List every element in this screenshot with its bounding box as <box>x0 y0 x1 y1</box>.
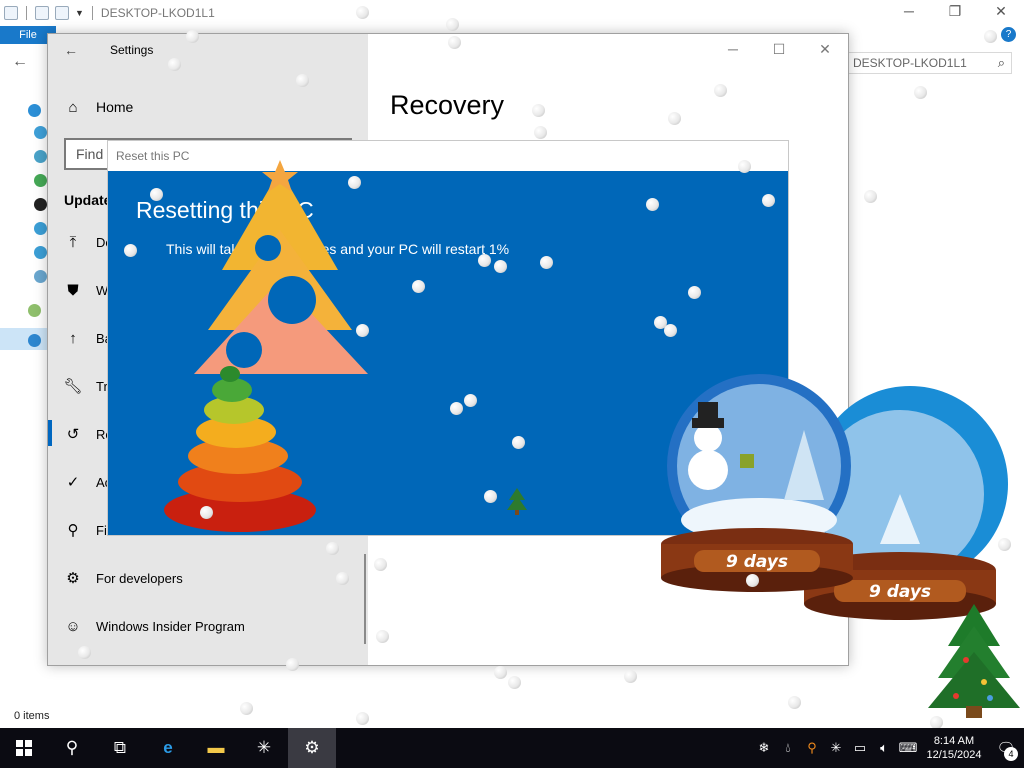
sidebar-item-backup[interactable]: ↑ Ba <box>64 324 112 352</box>
person-icon: ⚲ <box>67 522 79 539</box>
settings-window-controls: ─ ☐ ✕ <box>710 34 848 64</box>
sidebar-scrollbar[interactable] <box>364 554 366 644</box>
section-heading: Update <box>64 192 112 208</box>
status-bar-text: 0 items <box>14 710 50 722</box>
taskbar: ⚲ ⧉ e ▬ ✳ ⚙ ❄ 💧︎ ⚲ ✳ ▭ 🔈︎ ⌨ 8:14 AM 12/1… <box>0 728 1024 768</box>
selection-indicator <box>48 420 52 446</box>
drive-icon[interactable] <box>34 270 47 283</box>
check-circle-icon: ✓ <box>66 474 80 491</box>
drive-icon[interactable] <box>28 304 41 317</box>
explorer-app-icon <box>4 6 18 20</box>
back-arrow-icon[interactable]: ← <box>12 53 28 71</box>
star-tray-icon[interactable]: ✳ <box>824 740 848 756</box>
drive-icon[interactable] <box>34 198 47 211</box>
taskbar-clock[interactable]: 8:14 AM 12/15/2024 <box>920 734 988 762</box>
sidebar-item-label: Fi <box>96 522 107 538</box>
shield-icon: ⛊ <box>67 281 79 299</box>
magnifier-tray-icon[interactable]: ⚲ <box>800 740 824 756</box>
close-icon[interactable]: ✕ <box>802 34 848 64</box>
volume-muted-icon[interactable]: 🔈︎ <box>872 740 896 756</box>
find-placeholder: Find <box>76 146 104 162</box>
back-arrow-icon[interactable]: ← <box>64 42 78 58</box>
home-icon: ⌂ <box>68 98 78 116</box>
drive-icon[interactable] <box>34 246 47 259</box>
sidebar-item-for-developers[interactable]: ⚙ For developers <box>64 564 183 592</box>
quick-access-toolbar: ▼ <box>0 6 95 20</box>
taskbar-edge-button[interactable]: e <box>144 728 192 768</box>
reset-heading: Resetting this PC <box>136 197 314 223</box>
snowflake-icon: ✳ <box>256 738 272 757</box>
sidebar-item-home[interactable]: ⌂ Home <box>64 98 133 116</box>
windows-logo-icon <box>16 740 32 756</box>
minimize-icon[interactable]: ─ <box>886 0 932 26</box>
new-folder-icon[interactable] <box>55 6 69 20</box>
settings-app-title: Settings <box>110 43 154 57</box>
search-icon: ⌕ <box>997 55 1005 70</box>
droplet-icon[interactable]: 💧︎ <box>776 740 800 756</box>
sidebar-item-recovery[interactable]: ↺ Re <box>64 420 113 448</box>
explorer-title: DESKTOP-LKOD1L1 <box>100 6 215 20</box>
system-tray: ❄ 💧︎ ⚲ ✳ ▭ 🔈︎ ⌨ 8:14 AM 12/15/2024 🗨︎ 4 <box>752 728 1024 768</box>
maximize-icon[interactable]: ☐ <box>756 34 802 64</box>
clock-time: 8:14 AM <box>933 735 975 747</box>
sidebar-item-find-my-device[interactable]: ⚲ Fi <box>64 516 107 544</box>
notification-count-badge: 4 <box>1004 747 1018 761</box>
taskbar-settings-button[interactable]: ⚙ <box>288 728 336 768</box>
taskbar-search-button[interactable]: ⚲ <box>48 728 96 768</box>
properties-icon[interactable] <box>35 6 49 20</box>
network-icon[interactable] <box>28 334 41 347</box>
search-text: h DESKTOP-LKOD1L1 <box>843 56 967 70</box>
drive-icon[interactable] <box>34 126 47 139</box>
folder-icon: ▬ <box>207 738 225 757</box>
drive-icon[interactable] <box>34 150 47 163</box>
insider-icon: ☺ <box>65 617 81 635</box>
search-icon: ⚲ <box>65 738 79 757</box>
reset-dialog-titlebar: Reset this PC <box>108 141 788 171</box>
network-icon[interactable]: ▭ <box>848 740 872 756</box>
explorer-search-input[interactable]: h DESKTOP-LKOD1L1 ⌕ <box>832 52 1012 74</box>
help-icon[interactable]: ? <box>1001 27 1016 42</box>
restore-icon[interactable]: ❐ <box>932 0 978 26</box>
sidebar-item-label: Windows Insider Program <box>96 618 245 634</box>
drive-icon[interactable] <box>34 174 47 187</box>
wrench-icon: 🔧︎ <box>63 378 83 395</box>
reset-progress-message: This will take a few minutes and your PC… <box>166 241 510 257</box>
reset-pc-dialog: Reset this PC Resetting this PC This wil… <box>107 140 789 536</box>
toolbar-divider <box>91 6 93 20</box>
close-icon[interactable]: ✕ <box>978 0 1024 26</box>
sidebar-item-troubleshoot[interactable]: 🔧︎ Tr <box>63 372 107 400</box>
action-center-button[interactable]: 🗨︎ 4 <box>988 739 1024 761</box>
page-title: Recovery <box>390 90 505 120</box>
start-button[interactable] <box>0 728 48 768</box>
sidebar-item-insider[interactable]: ☺ Windows Insider Program <box>64 612 245 640</box>
developer-icon: ⚙ <box>66 570 80 587</box>
customize-toolbar-icon[interactable]: ▼ <box>75 8 84 18</box>
sidebar-item-security[interactable]: ⛊ W <box>64 276 108 304</box>
sidebar-item-label: Home <box>96 99 134 115</box>
task-view-icon: ⧉ <box>113 738 127 757</box>
sidebar-item-activation[interactable]: ✓ Ac <box>64 468 111 496</box>
task-view-button[interactable]: ⧉ <box>96 728 144 768</box>
taskbar-snow-app-button[interactable]: ✳ <box>240 728 288 768</box>
sidebar-item-delivery[interactable]: ⤒ De <box>64 228 113 256</box>
history-icon: ↺ <box>66 426 80 443</box>
keyboard-icon[interactable]: ⌨ <box>896 740 920 756</box>
minimize-icon[interactable]: ─ <box>710 34 756 64</box>
edge-icon: e <box>163 738 173 757</box>
sidebar-item-label: For developers <box>96 570 183 586</box>
explorer-window-controls: ─ ❐ ✕ <box>886 0 1024 26</box>
taskbar-file-explorer-button[interactable]: ▬ <box>192 728 240 768</box>
drive-icon[interactable] <box>34 222 47 235</box>
backup-icon: ↑ <box>69 329 77 347</box>
drive-icon[interactable] <box>28 104 41 117</box>
gear-icon: ⚙ <box>304 738 320 757</box>
explorer-titlebar: ▼ DESKTOP-LKOD1L1 ─ ❐ ✕ <box>0 0 1024 26</box>
upload-icon: ⤒ <box>69 233 77 251</box>
snowflake-tray-icon[interactable]: ❄ <box>752 740 776 756</box>
reset-dialog-title: Reset this PC <box>116 149 190 163</box>
toolbar-divider <box>26 6 27 20</box>
clock-date: 12/15/2024 <box>926 749 982 761</box>
